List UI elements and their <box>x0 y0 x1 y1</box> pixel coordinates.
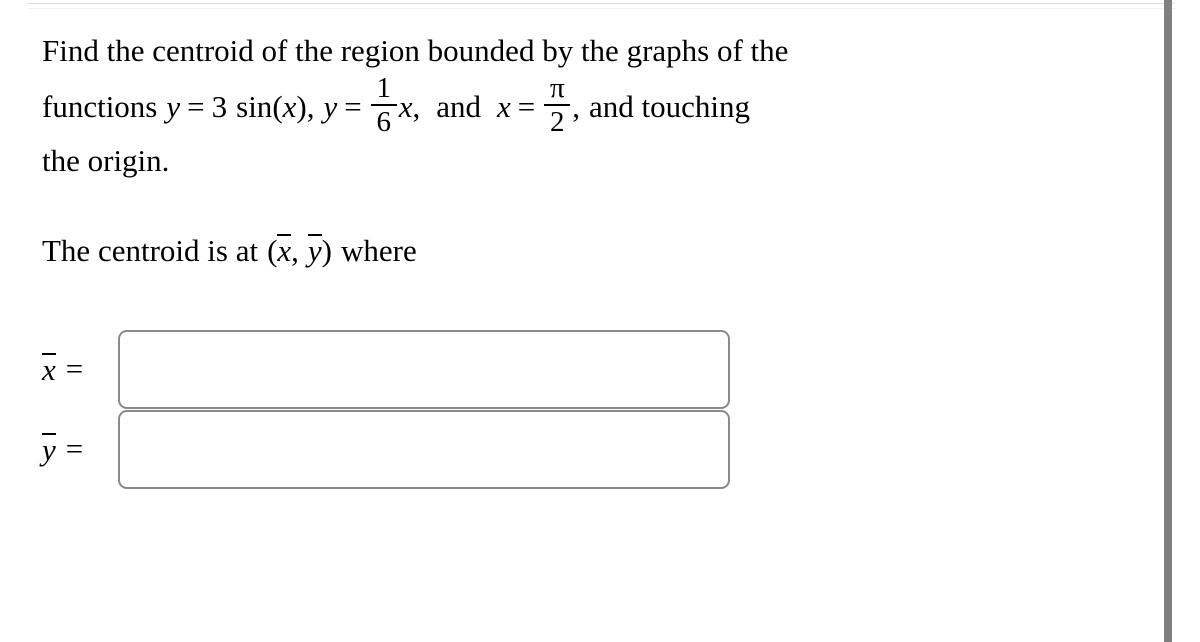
ybar-equals-sign: = <box>65 431 84 467</box>
problem-content: Find the centroid of the region bounded … <box>42 34 1152 489</box>
y-bar-glyph: y <box>42 432 56 468</box>
sin-argument-x: x <box>282 89 297 125</box>
problem-line-3: the origin. <box>42 143 1152 179</box>
centroid-statement-prefix: The centroid is at <box>42 232 259 268</box>
top-divider-secondary <box>28 8 1175 9</box>
fraction-one-sixth-denominator: 6 <box>376 106 391 139</box>
fraction-pi-over-two-denominator: 2 <box>550 106 565 139</box>
equals-sign-1: = <box>187 89 205 125</box>
equals-sign-3: = <box>517 89 536 125</box>
problem-line-2: functions y = 3 sin ( x ) , y = 1 6 x , … <box>42 72 1152 139</box>
y-bar-glyph-inline: y <box>307 233 322 269</box>
xbar-equals-sign: = <box>65 351 84 387</box>
and-touching-text: and touching <box>589 89 751 125</box>
page-root: Find the centroid of the region bounded … <box>0 0 1200 642</box>
problem-line-1-text: Find the centroid of the region bounded … <box>42 33 789 68</box>
ybar-label: y = <box>42 431 118 467</box>
xbar-answer-input[interactable] <box>118 329 730 409</box>
vertical-scrollbar-thumb[interactable] <box>1164 0 1172 642</box>
x-bar-symbol-inline: x <box>277 233 292 269</box>
ybar-answer-input[interactable] <box>118 409 730 489</box>
variable-y-first: y <box>166 89 181 125</box>
fraction-pi-over-two: π 2 <box>544 72 571 139</box>
y-bar-symbol: y <box>42 433 56 466</box>
problem-line-1: Find the centroid of the region bounded … <box>42 33 1152 68</box>
sin-function-name: sin <box>236 89 273 125</box>
centroid-statement: The centroid is at ( x , y ) where <box>42 232 1152 269</box>
comma-2: , <box>412 89 421 125</box>
vertical-scrollbar-track[interactable] <box>1164 0 1186 642</box>
variable-y-second: y <box>323 89 338 125</box>
xbar-label: x = <box>42 351 118 387</box>
fraction-one-sixth-numerator: 1 <box>376 72 391 105</box>
fraction-pi-over-two-numerator: π <box>549 72 565 105</box>
paren-open-sin: ( <box>272 89 283 125</box>
x-bar-glyph: x <box>42 352 56 388</box>
fraction-one-sixth: 1 6 <box>370 72 397 139</box>
comma-1: , <box>306 89 315 125</box>
equals-sign-2: = <box>344 89 362 125</box>
y-bar-symbol-inline: y <box>307 233 322 269</box>
centroid-comma: , <box>291 232 299 268</box>
variable-x-bound: x <box>497 89 511 125</box>
comma-3: , <box>572 89 581 125</box>
coefficient-3: 3 <box>211 89 228 125</box>
paren-close-sin: ) <box>296 89 307 125</box>
centroid-paren-close: ) <box>321 232 332 268</box>
and-word-1: and <box>436 89 482 125</box>
spacer-before-answers <box>42 267 1152 329</box>
centroid-statement-suffix: where <box>341 232 417 268</box>
spacer-after-problem <box>42 178 1152 234</box>
top-divider <box>28 3 1175 4</box>
answer-row-ybar: y = <box>42 409 1152 489</box>
variable-x-multiplied: x <box>398 89 413 125</box>
x-bar-symbol: x <box>42 353 56 386</box>
centroid-paren-open: ( <box>267 232 278 268</box>
problem-line-3-text: the origin. <box>42 143 170 179</box>
functions-word: functions <box>42 89 158 125</box>
answer-row-xbar: x = <box>42 329 1152 409</box>
x-bar-glyph-inline: x <box>277 233 292 269</box>
